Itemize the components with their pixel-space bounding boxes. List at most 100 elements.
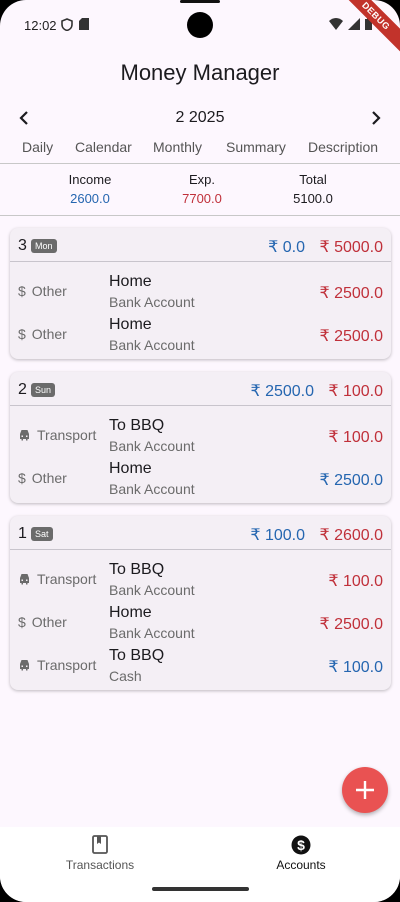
transaction-account: Bank Account (109, 625, 195, 641)
tab-daily[interactable]: Daily (22, 139, 53, 155)
transaction-title: Home (109, 460, 152, 477)
month-label: 2 2025 (175, 109, 225, 126)
transaction-title: To BBQ (109, 417, 165, 434)
day-number: 1 (18, 525, 27, 542)
nav-accounts[interactable]: $ Accounts (231, 835, 371, 872)
day-card[interactable]: 1 Sat ₹ 100.0 ₹ 2600.0 Transport To BBQ … (10, 516, 391, 690)
transaction-row[interactable]: $ Other Home Bank Account ₹ 2500.0 (10, 270, 391, 313)
phone-screen: 12:02 DEBUG Money Manager 2 2025 Daily C… (0, 0, 400, 902)
transaction-category: Transport (37, 657, 97, 673)
plus-icon (356, 781, 374, 799)
book-icon (92, 835, 108, 854)
divider (0, 163, 400, 164)
add-transaction-button[interactable] (342, 767, 388, 813)
month-navigator: 2 2025 (0, 106, 400, 130)
transaction-row[interactable]: Transport To BBQ Bank Account ₹ 100.0 (10, 558, 391, 601)
nav-transactions[interactable]: Transactions (30, 835, 170, 872)
transaction-account: Cash (109, 668, 142, 684)
transaction-row[interactable]: $ Other Home Bank Account ₹ 2500.0 (10, 457, 391, 500)
transaction-account: Bank Account (109, 481, 195, 497)
transaction-row[interactable]: $ Other Home Bank Account ₹ 2500.0 (10, 601, 391, 644)
car-icon (20, 574, 29, 585)
transaction-amount: ₹ 2500.0 (319, 328, 383, 345)
car-icon (20, 660, 29, 671)
day-header: 2 Sun ₹ 2500.0 ₹ 100.0 (10, 372, 391, 406)
expense-label: Exp. (188, 172, 215, 187)
bottom-navigation: Transactions $ Accounts (0, 827, 400, 902)
expense-total: 7700.0 (182, 191, 222, 206)
dollar-icon: $ (18, 326, 26, 342)
wifi-icon (329, 18, 343, 30)
transaction-amount: ₹ 100.0 (328, 429, 383, 446)
day-income: ₹ 2500.0 (250, 383, 314, 400)
expense-summary: Exp. 7700.0 (152, 172, 252, 206)
transaction-title: Home (109, 604, 152, 621)
transaction-row[interactable]: Transport To BBQ Bank Account ₹ 100.0 (10, 414, 391, 457)
front-camera (187, 12, 213, 38)
status-bar: 12:02 DEBUG (0, 0, 400, 58)
nav-accounts-label: Accounts (276, 858, 326, 872)
day-number: 2 (18, 381, 27, 398)
home-indicator (152, 887, 249, 891)
status-time: 12:02 (24, 18, 57, 33)
dollar-icon: $ (18, 614, 26, 630)
transaction-account: Bank Account (109, 582, 195, 598)
sim-card-icon (79, 18, 89, 30)
day-income: ₹ 100.0 (250, 527, 305, 544)
total-value: 5100.0 (293, 191, 333, 206)
weekday-badge: Sat (31, 527, 53, 541)
divider (0, 215, 400, 216)
day-number: 3 (18, 237, 27, 254)
transaction-amount: ₹ 100.0 (328, 573, 383, 590)
day-header: 3 Mon ₹ 0.0 ₹ 5000.0 (10, 228, 391, 262)
tab-summary[interactable]: Summary (226, 139, 286, 155)
day-income: ₹ 0.0 (268, 239, 305, 256)
transaction-category: Other (31, 326, 67, 342)
transaction-category: Other (31, 614, 67, 630)
svg-text:$: $ (297, 837, 305, 853)
transaction-category: Transport (37, 571, 97, 587)
app-title: Money Manager (120, 60, 280, 85)
weekday-badge: Mon (31, 239, 57, 253)
transaction-category: Other (31, 283, 67, 299)
transaction-account: Bank Account (109, 294, 195, 310)
dollar-icon: $ (18, 283, 26, 299)
day-card[interactable]: 3 Mon ₹ 0.0 ₹ 5000.0 $ Other Home Bank Ac… (10, 228, 391, 359)
tab-calendar[interactable]: Calendar (75, 139, 132, 155)
transaction-title: To BBQ (109, 561, 165, 578)
tab-description[interactable]: Description (308, 139, 378, 155)
transaction-amount: ₹ 2500.0 (319, 472, 383, 489)
transaction-amount: ₹ 100.0 (328, 659, 383, 676)
income-summary: Income 2600.0 (40, 172, 140, 206)
day-header: 1 Sat ₹ 100.0 ₹ 2600.0 (10, 516, 391, 550)
weekday-badge: Sun (31, 383, 56, 397)
dollar-circle-icon: $ (291, 835, 311, 855)
day-expense: ₹ 100.0 (328, 383, 383, 400)
transaction-title: Home (109, 316, 152, 333)
signal-icon (348, 18, 360, 30)
total-summary: Total 5100.0 (263, 172, 363, 206)
transaction-amount: ₹ 2500.0 (319, 616, 383, 633)
car-icon (20, 430, 29, 441)
income-label: Income (68, 172, 112, 187)
transaction-title: To BBQ (109, 647, 165, 664)
transaction-amount: ₹ 2500.0 (319, 285, 383, 302)
day-expense: ₹ 5000.0 (319, 239, 383, 256)
next-month-button[interactable] (364, 106, 388, 130)
month-summary: Income 2600.0 Exp. 7700.0 Total 5100.0 (0, 172, 400, 212)
dollar-icon: $ (18, 470, 26, 486)
transaction-row[interactable]: $ Other Home Bank Account ₹ 2500.0 (10, 313, 391, 356)
shield-icon (61, 18, 73, 31)
transaction-account: Bank Account (109, 337, 195, 353)
transaction-title: Home (109, 273, 152, 290)
nav-transactions-label: Transactions (65, 858, 135, 872)
transaction-category: Other (31, 470, 67, 486)
transaction-row[interactable]: Transport To BBQ Cash ₹ 100.0 (10, 644, 391, 687)
day-expense: ₹ 2600.0 (319, 527, 383, 544)
tab-monthly[interactable]: Monthly (153, 139, 202, 155)
transaction-account: Bank Account (109, 438, 195, 454)
view-tabs: Daily Calendar Monthly Summary Descripti… (0, 139, 400, 163)
income-total: 2600.0 (70, 191, 110, 206)
day-card[interactable]: 2 Sun ₹ 2500.0 ₹ 100.0 Transport To BBQ … (10, 372, 391, 503)
total-label: Total (299, 172, 327, 187)
